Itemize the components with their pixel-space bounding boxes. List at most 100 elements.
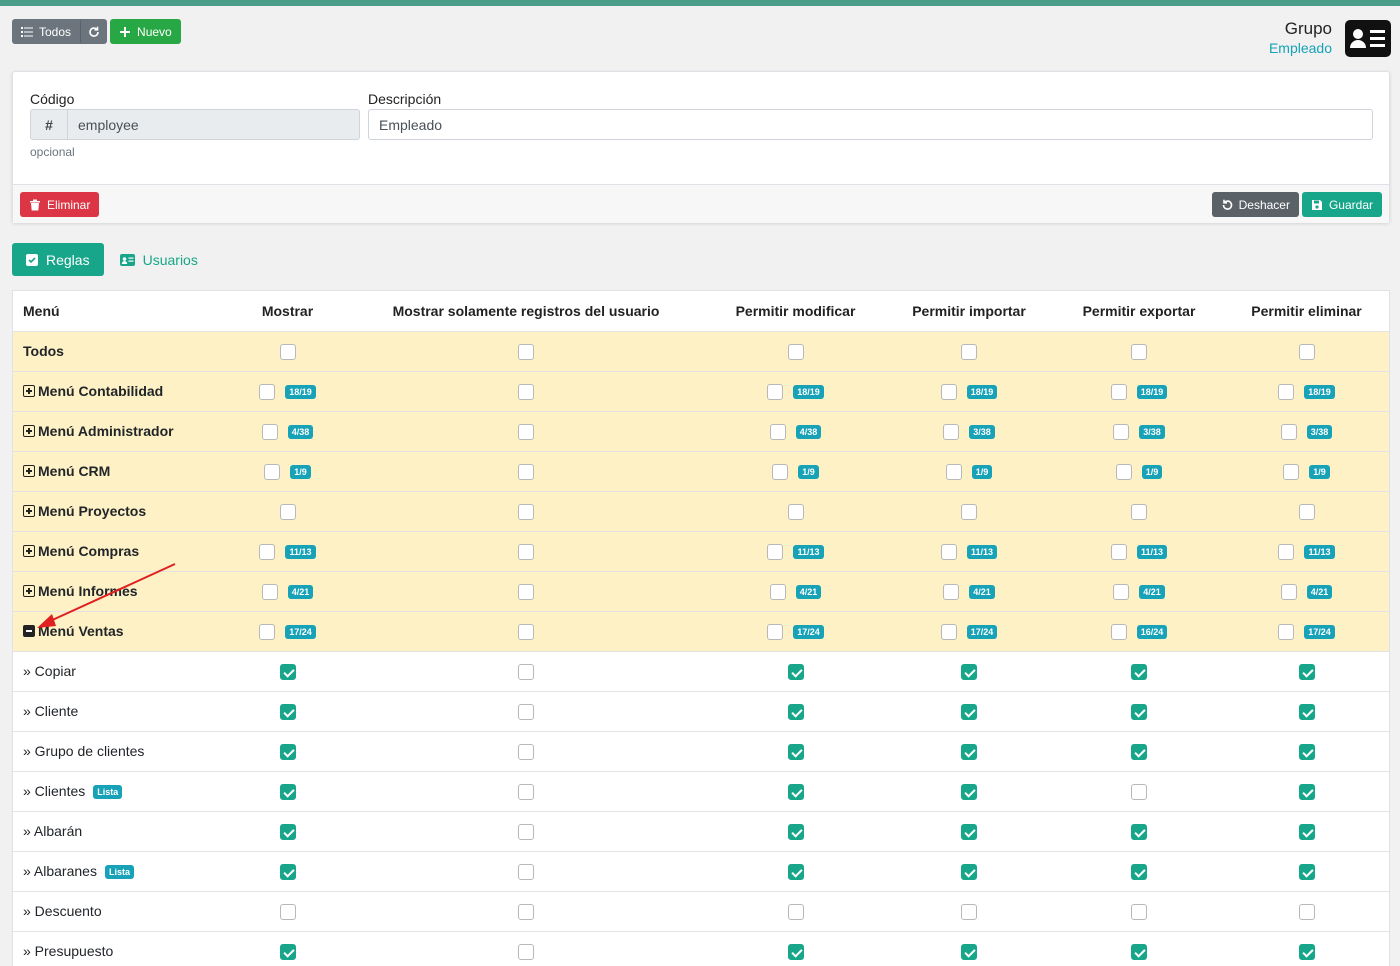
checkbox-mostrar-solamente[interactable] xyxy=(518,343,534,360)
checkbox-mostrar-solamente[interactable] xyxy=(518,823,534,840)
checkbox-permitir-modificar[interactable] xyxy=(787,663,804,680)
checkbox-permitir-modificar[interactable] xyxy=(787,903,804,920)
checkbox-permitir-importar[interactable] xyxy=(961,943,977,960)
checkbox-mostrar[interactable] xyxy=(259,543,276,560)
checkbox-mostrar[interactable] xyxy=(279,903,296,920)
checkbox-permitir-importar[interactable] xyxy=(961,703,977,720)
todos-button[interactable]: Todos xyxy=(12,19,80,44)
checkbox-permitir-eliminar[interactable] xyxy=(1298,663,1315,680)
checkbox-permitir-eliminar[interactable] xyxy=(1298,503,1315,520)
checkbox-permitir-importar[interactable] xyxy=(943,423,960,440)
checkbox-mostrar[interactable] xyxy=(261,423,278,440)
row-label[interactable]: Menú Compras xyxy=(38,543,139,559)
checkbox-permitir-exportar[interactable] xyxy=(1131,863,1147,880)
checkbox-mostrar-solamente[interactable] xyxy=(518,623,534,640)
checkbox-permitir-importar[interactable] xyxy=(961,863,977,880)
checkbox-mostrar-solamente[interactable] xyxy=(518,543,534,560)
checkbox-permitir-exportar[interactable] xyxy=(1113,583,1130,600)
checkbox-permitir-importar[interactable] xyxy=(961,823,977,840)
checkbox-permitir-importar[interactable] xyxy=(961,663,977,680)
checkbox-permitir-modificar[interactable] xyxy=(767,383,784,400)
checkbox-permitir-exportar[interactable] xyxy=(1110,543,1127,560)
checkbox-permitir-eliminar[interactable] xyxy=(1298,943,1315,960)
checkbox-permitir-eliminar[interactable] xyxy=(1298,823,1315,840)
expand-plus-icon[interactable] xyxy=(23,385,35,398)
checkbox-permitir-eliminar[interactable] xyxy=(1280,423,1297,440)
row-label[interactable]: Todos xyxy=(23,343,64,359)
checkbox-permitir-eliminar[interactable] xyxy=(1298,783,1315,800)
checkbox-mostrar-solamente[interactable] xyxy=(518,703,534,720)
collapse-minus-icon[interactable] xyxy=(23,625,35,638)
checkbox-permitir-modificar[interactable] xyxy=(787,503,804,520)
row-label[interactable]: Menú Proyectos xyxy=(38,503,146,519)
checkbox-mostrar-solamente[interactable] xyxy=(518,423,534,440)
expand-plus-icon[interactable] xyxy=(23,505,35,518)
checkbox-permitir-importar[interactable] xyxy=(961,783,977,800)
checkbox-permitir-exportar[interactable] xyxy=(1131,343,1147,360)
checkbox-permitir-importar[interactable] xyxy=(961,743,977,760)
checkbox-permitir-modificar[interactable] xyxy=(769,583,786,600)
checkbox-mostrar[interactable] xyxy=(259,623,276,640)
checkbox-permitir-eliminar[interactable] xyxy=(1280,583,1297,600)
checkbox-permitir-eliminar[interactable] xyxy=(1298,743,1315,760)
checkbox-permitir-modificar[interactable] xyxy=(787,343,804,360)
row-label[interactable]: Menú Informes xyxy=(38,583,138,599)
refresh-button[interactable] xyxy=(80,19,107,44)
checkbox-mostrar[interactable] xyxy=(279,783,296,800)
checkbox-permitir-exportar[interactable] xyxy=(1110,383,1127,400)
checkbox-mostrar-solamente[interactable] xyxy=(518,583,534,600)
checkbox-mostrar[interactable] xyxy=(279,503,296,520)
checkbox-permitir-exportar[interactable] xyxy=(1131,503,1147,520)
checkbox-mostrar[interactable] xyxy=(279,703,296,720)
expand-plus-icon[interactable] xyxy=(23,585,35,598)
checkbox-mostrar-solamente[interactable] xyxy=(518,503,534,520)
tab-reglas[interactable]: Reglas xyxy=(12,243,104,276)
checkbox-permitir-importar[interactable] xyxy=(943,583,960,600)
row-label[interactable]: Menú Administrador xyxy=(38,423,174,439)
checkbox-permitir-modificar[interactable] xyxy=(787,743,804,760)
checkbox-mostrar[interactable] xyxy=(279,943,296,960)
checkbox-mostrar-solamente[interactable] xyxy=(518,663,534,680)
checkbox-permitir-eliminar[interactable] xyxy=(1298,863,1315,880)
checkbox-mostrar-solamente[interactable] xyxy=(518,863,534,880)
checkbox-mostrar-solamente[interactable] xyxy=(518,903,534,920)
checkbox-permitir-eliminar[interactable] xyxy=(1278,383,1295,400)
checkbox-mostrar[interactable] xyxy=(279,743,296,760)
checkbox-permitir-eliminar[interactable] xyxy=(1278,543,1295,560)
checkbox-mostrar-solamente[interactable] xyxy=(518,463,534,480)
checkbox-permitir-exportar[interactable] xyxy=(1131,903,1147,920)
checkbox-permitir-exportar[interactable] xyxy=(1131,703,1147,720)
checkbox-permitir-exportar[interactable] xyxy=(1131,823,1147,840)
checkbox-permitir-modificar[interactable] xyxy=(767,623,784,640)
description-field[interactable]: Empleado xyxy=(368,109,1373,140)
checkbox-permitir-modificar[interactable] xyxy=(787,783,804,800)
tab-usuarios[interactable]: Usuarios xyxy=(114,252,204,268)
checkbox-permitir-importar[interactable] xyxy=(940,623,957,640)
row-label[interactable]: Menú Contabilidad xyxy=(38,383,163,399)
undo-button[interactable]: Deshacer xyxy=(1211,192,1299,217)
checkbox-permitir-exportar[interactable] xyxy=(1131,783,1147,800)
expand-plus-icon[interactable] xyxy=(23,425,35,438)
checkbox-mostrar[interactable] xyxy=(264,463,281,480)
row-label[interactable]: Menú Ventas xyxy=(38,623,124,639)
expand-plus-icon[interactable] xyxy=(23,545,35,558)
checkbox-permitir-exportar[interactable] xyxy=(1131,743,1147,760)
checkbox-permitir-importar[interactable] xyxy=(961,503,977,520)
save-button[interactable]: Guardar xyxy=(1301,192,1382,217)
checkbox-permitir-importar[interactable] xyxy=(961,903,977,920)
checkbox-permitir-exportar[interactable] xyxy=(1110,623,1127,640)
checkbox-permitir-importar[interactable] xyxy=(940,543,957,560)
checkbox-permitir-eliminar[interactable] xyxy=(1298,703,1315,720)
checkbox-permitir-modificar[interactable] xyxy=(767,543,784,560)
checkbox-mostrar[interactable] xyxy=(279,863,296,880)
checkbox-permitir-eliminar[interactable] xyxy=(1298,343,1315,360)
checkbox-mostrar[interactable] xyxy=(279,823,296,840)
checkbox-mostrar[interactable] xyxy=(259,383,276,400)
code-field[interactable]: # employee xyxy=(30,109,360,140)
checkbox-permitir-modificar[interactable] xyxy=(787,703,804,720)
checkbox-mostrar[interactable] xyxy=(261,583,278,600)
checkbox-mostrar[interactable] xyxy=(279,663,296,680)
checkbox-permitir-exportar[interactable] xyxy=(1115,463,1132,480)
checkbox-mostrar-solamente[interactable] xyxy=(518,783,534,800)
checkbox-permitir-eliminar[interactable] xyxy=(1298,903,1315,920)
